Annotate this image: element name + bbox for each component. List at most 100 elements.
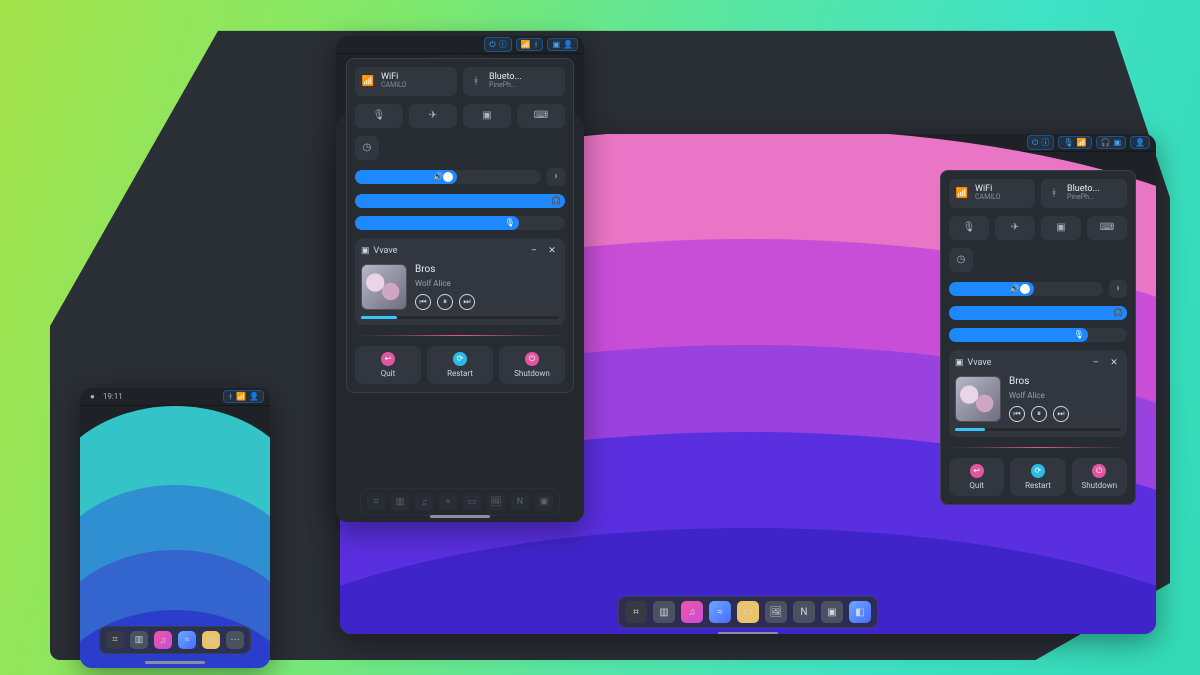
dock-multitask-icon[interactable]: ▥ [653,601,675,623]
qs-mic-slider[interactable]: 🎙 [949,328,1127,342]
dock-files-icon[interactable]: ▭ [737,601,759,623]
dock-terminal-icon[interactable]: ▣ [535,493,553,511]
qs-media-card: ▣ Vvave – ✕ Bros Wolf Alice ⏮ ⏸ ⏭ [949,350,1127,437]
dock-music-icon[interactable]: ♫ [415,493,433,511]
media-close-button[interactable]: ✕ [1107,356,1121,370]
qs-display-toggle[interactable]: ▣ [463,104,511,128]
power-quit-button[interactable]: ↩ Quit [949,458,1004,496]
dock-notes-icon[interactable]: N [793,601,815,623]
media-prev-button[interactable]: ⏮ [415,294,431,310]
dock-image-icon[interactable]: 🖼 [487,493,505,511]
qs-keyboard-toggle[interactable]: ⌨ [517,104,565,128]
restart-icon: ⟳ [453,352,467,366]
info-icon: ⓘ [1041,137,1049,148]
power-shutdown-button[interactable]: ⏻ Shutdown [1072,458,1127,496]
dock-notes-icon[interactable]: N [511,493,529,511]
qs-clock-button[interactable]: ◷ [355,136,379,160]
tablet-statusbar-net-group[interactable]: 📶ᚼ [516,38,544,51]
dock-apps-icon[interactable]: ⌗ [367,493,385,511]
power-restart-label: Restart [1025,481,1051,490]
qs-airplane-toggle[interactable]: ✈ [995,216,1035,240]
qs-bluetooth-subtitle: PinePh... [489,82,522,89]
dock-files-icon[interactable]: ▭ [463,493,481,511]
qs-volume-more[interactable]: › [1109,280,1127,298]
power-icon: ⏻ [1032,138,1038,148]
qs-mic-toggle[interactable]: 🎙 [949,216,989,240]
power-restart-button[interactable]: ⟳ Restart [1010,458,1065,496]
media-pause-button[interactable]: ⏸ [437,294,453,310]
tablet-statusbar-user-group[interactable]: ▣👤 [547,38,578,51]
power-shutdown-button[interactable]: ⏻ Shutdown [499,346,565,384]
phone-home-bar[interactable] [145,661,205,664]
desktop-statusbar-audio-group[interactable]: 🎙📶 [1058,136,1091,149]
media-pause-button[interactable]: ⏸ [1031,406,1047,422]
power-restart-button[interactable]: ⟳ Restart [427,346,493,384]
media-progress[interactable] [361,316,559,319]
dock-settings-icon[interactable]: ◧ [849,601,871,623]
user-icon: 👤 [249,392,259,401]
qs-mic-toggle[interactable]: 🎙 [355,104,403,128]
qs-volume-more[interactable]: › [547,168,565,186]
qs-clock-button[interactable]: ◷ [949,248,973,272]
media-close-button[interactable]: ✕ [545,244,559,258]
media-album-art [361,264,407,310]
tablet-statusbar-power-group[interactable]: ⏻ⓘ [484,37,511,52]
qs-bluetooth-tile[interactable]: ᚼ Blueto...PinePh... [1041,179,1127,208]
desktop-statusbar-output-group[interactable]: 🎧▣ [1096,136,1127,149]
qs-wifi-tile[interactable]: 📶 WiFiCAMILO [949,179,1035,208]
qs-volume-slider[interactable]: 🔊 [949,282,1103,296]
dock-image-icon[interactable]: 🖼 [765,601,787,623]
desktop-statusbar-user-group[interactable]: 👤 [1130,136,1150,149]
clock-icon: ◷ [363,142,372,153]
dock-more-icon[interactable]: ⋯ [226,631,244,649]
media-app-name: Vvave [968,358,992,368]
qs-wifi-tile[interactable]: 📶 WiFiCAMILO [355,67,457,96]
qs-headphones-slider[interactable]: 🎧 [355,194,565,208]
display-icon: ▣ [482,110,491,121]
dock-monitor-icon[interactable]: ≈ [439,493,457,511]
media-next-button[interactable]: ⏭ [459,294,475,310]
phone-statusbar-bullet: ● [86,391,99,402]
qs-mic-slider[interactable]: 🎙 [355,216,565,230]
qs-bluetooth-tile[interactable]: ᚼ Blueto...PinePh... [463,67,565,96]
desktop-home-bar[interactable] [718,632,778,634]
media-progress[interactable] [955,428,1121,431]
desktop-statusbar-power-group[interactable]: ⏻ⓘ [1027,135,1054,150]
mic-icon: 🎙 [1074,330,1084,339]
quick-settings-panel-tablet: 📶 WiFiCAMILO ᚼ Blueto...PinePh... 🎙 ✈ ▣ … [346,58,574,393]
dock-files-icon[interactable]: ▭ [202,631,220,649]
desktop-dock: ⌗ ▥ ♫ ≈ ▭ 🖼 N ▣ ◧ [618,596,878,628]
dock-multitask-icon[interactable]: ▥ [391,493,409,511]
keyboard-icon: ⌨ [1100,222,1114,233]
qs-keyboard-toggle[interactable]: ⌨ [1087,216,1127,240]
tablet-statusbar: ⏻ⓘ 📶ᚼ ▣👤 [336,36,584,54]
dock-monitor-icon[interactable]: ≈ [178,631,196,649]
display-icon: ▣ [552,40,560,49]
wifi-icon: 📶 [236,392,246,401]
qs-headphones-row: 🎧 [355,194,565,208]
power-quit-label: Quit [969,481,983,490]
quit-icon: ↩ [970,464,984,478]
dock-terminal-icon[interactable]: ▣ [821,601,843,623]
qs-airplane-toggle[interactable]: ✈ [409,104,457,128]
power-quit-button[interactable]: ↩ Quit [355,346,421,384]
qs-headphones-slider[interactable]: 🎧 [949,306,1127,320]
qs-display-toggle[interactable]: ▣ [1041,216,1081,240]
dock-music-icon[interactable]: ♫ [154,631,172,649]
media-prev-button[interactable]: ⏮ [1009,406,1025,422]
media-minimize-button[interactable]: – [1089,356,1103,370]
media-next-button[interactable]: ⏭ [1053,406,1069,422]
dock-music-icon[interactable]: ♫ [681,601,703,623]
wifi-icon: 📶 [361,74,375,88]
dock-apps-icon[interactable]: ⌗ [106,631,124,649]
tablet-home-bar[interactable] [430,515,490,518]
media-minimize-button[interactable]: – [527,244,541,258]
dock-apps-icon[interactable]: ⌗ [625,601,647,623]
qs-wifi-subtitle: CAMILO [975,194,1001,201]
qs-volume-slider[interactable]: 🔊 [355,170,541,184]
dock-monitor-icon[interactable]: ≈ [709,601,731,623]
phone-statusbar-tray[interactable]: ᚼ 📶 👤 [223,390,264,403]
power-icon: ⏻ [489,40,495,50]
qs-power-row: ↩ Quit ⟳ Restart ⏻ Shutdown [355,346,565,384]
dock-multitask-icon[interactable]: ▥ [130,631,148,649]
